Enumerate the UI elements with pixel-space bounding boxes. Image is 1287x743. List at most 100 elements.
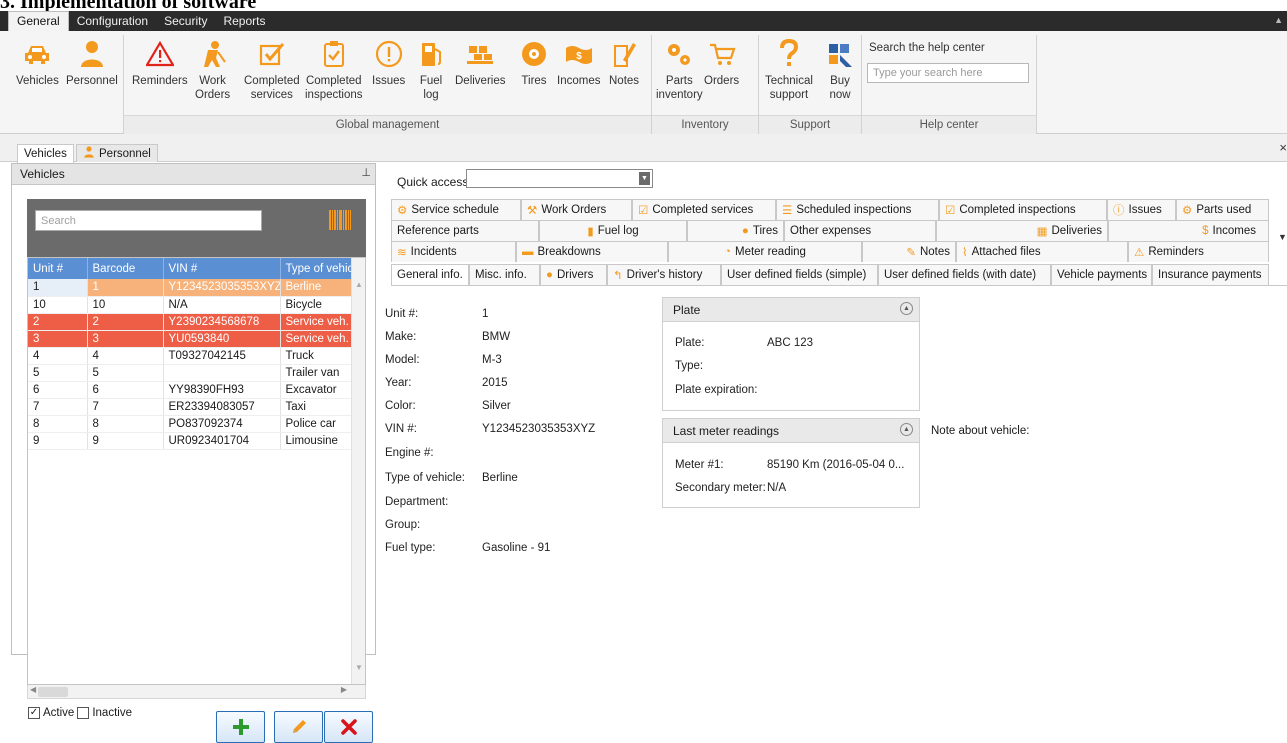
- table-row[interactable]: 2 2 Y2390234568678 Service veh.: [28, 313, 354, 331]
- tab-reminders[interactable]: ⚠ Reminders: [1128, 241, 1269, 262]
- doc-tab-personnel-label: Personnel: [99, 147, 151, 160]
- inactive-checkbox[interactable]: [77, 707, 90, 719]
- quick-access-dropdown[interactable]: ▼: [466, 169, 653, 188]
- vertical-scrollbar[interactable]: ▲ ▼: [351, 258, 365, 684]
- tab-scheduled-inspections[interactable]: ☰ Scheduled inspections: [776, 199, 939, 220]
- tab-deliveries[interactable]: ▦ Deliveries: [936, 220, 1108, 241]
- table-row[interactable]: 7 7 ER23394083057 Taxi: [28, 398, 354, 416]
- reminders-button[interactable]: Reminders: [132, 37, 188, 88]
- tab-vehicle-payments[interactable]: Vehicle payments: [1051, 264, 1152, 285]
- ribbon-collapse-icon[interactable]: ▲: [1274, 15, 1283, 25]
- table-row[interactable]: 4 4 T09327042145 Truck: [28, 347, 354, 365]
- parts-inventory-button[interactable]: Parts inventory: [656, 37, 703, 102]
- horizontal-scrollbar[interactable]: ◀ ▶: [27, 685, 366, 699]
- tab-completed-services[interactable]: ☑ Completed services: [632, 199, 776, 220]
- table-row[interactable]: 3 3 YU0593840 Service veh.: [28, 330, 354, 348]
- person-icon: [77, 37, 107, 71]
- completed-inspections-button[interactable]: Completed inspections: [305, 37, 363, 102]
- column-header-type[interactable]: Type of vehic: [280, 258, 354, 279]
- delete-vehicle-button[interactable]: [324, 711, 373, 743]
- tab-other-expenses[interactable]: Other expenses: [784, 220, 936, 241]
- collapse-icon[interactable]: ▲: [900, 423, 913, 436]
- work-orders-button[interactable]: Work Orders: [195, 37, 230, 102]
- collapse-icon[interactable]: ▲: [900, 302, 913, 315]
- incomes-button[interactable]: $ Incomes: [557, 37, 600, 88]
- issues-button[interactable]: Issues: [372, 37, 405, 88]
- tab-user-defined-simple[interactable]: User defined fields (simple): [721, 264, 878, 285]
- cell-unit: 1: [28, 279, 88, 297]
- table-row[interactable]: 6 6 YY98390FH93 Excavator: [28, 381, 354, 399]
- tab-drivers[interactable]: ● Drivers: [540, 264, 607, 285]
- ribbon-tab-security[interactable]: Security: [156, 12, 215, 31]
- scroll-thumb[interactable]: [38, 687, 68, 697]
- table-row[interactable]: 5 5 Trailer van: [28, 364, 354, 382]
- cell-vin: ER23394083057: [163, 398, 281, 416]
- vehicle-search-input[interactable]: [35, 210, 262, 231]
- tab-fuel-log[interactable]: ▮ Fuel log: [539, 220, 687, 241]
- tab-parts-used[interactable]: ⚙ Parts used: [1176, 199, 1269, 220]
- doc-tab-vehicles[interactable]: Vehicles: [17, 144, 74, 163]
- tab-service-schedule[interactable]: ⚙ Service schedule: [391, 199, 521, 220]
- ribbon-tab-reports[interactable]: Reports: [215, 12, 273, 31]
- column-header-vin[interactable]: VIN #: [163, 258, 281, 279]
- table-row[interactable]: 8 8 PO837092374 Police car: [28, 415, 354, 433]
- deliveries-button[interactable]: Deliveries: [455, 37, 506, 88]
- reminders-label: Reminders: [132, 75, 188, 87]
- ribbon-tab-general[interactable]: General: [8, 11, 69, 31]
- table-row[interactable]: 1 1 Y1234523035353XYZ Berline: [28, 279, 354, 297]
- plate-label: Plate:: [675, 337, 705, 349]
- vehicles-button[interactable]: Vehicles: [16, 37, 59, 88]
- scroll-up-icon[interactable]: ▲: [355, 280, 363, 289]
- technical-support-button[interactable]: Technical support: [765, 37, 813, 102]
- cell-vin: T09327042145: [163, 347, 281, 365]
- pin-icon[interactable]: ⊥: [361, 166, 371, 179]
- column-header-barcode[interactable]: Barcode: [87, 258, 164, 279]
- note-about-vehicle-label: Note about vehicle:: [931, 425, 1030, 437]
- tab-general-info[interactable]: General info.: [391, 264, 469, 285]
- scroll-left-icon[interactable]: ◀: [30, 685, 36, 694]
- tab-attached-files[interactable]: ⌇ Attached files: [956, 241, 1128, 262]
- tab-incomes[interactable]: $ Incomes: [1108, 220, 1269, 241]
- tab-insurance-payments[interactable]: Insurance payments: [1152, 264, 1269, 285]
- tab-notes[interactable]: ✎ Notes: [862, 241, 956, 262]
- column-header-unit[interactable]: Unit #: [28, 258, 88, 279]
- scroll-down-icon[interactable]: ▼: [355, 663, 363, 672]
- edit-vehicle-button[interactable]: [274, 711, 323, 743]
- tab-user-defined-date[interactable]: User defined fields (with date): [878, 264, 1051, 285]
- tab-incidents[interactable]: ≋ Incidents: [391, 241, 516, 262]
- table-row[interactable]: 10 10 N/A Bicycle: [28, 296, 354, 314]
- tab-drivers-history[interactable]: ↰ Driver's history: [607, 264, 721, 285]
- work-orders-label-2: Orders: [195, 89, 231, 101]
- ribbon-tab-configuration[interactable]: Configuration: [69, 12, 156, 31]
- close-icon[interactable]: ×: [1279, 140, 1287, 155]
- tab-meter-reading[interactable]: ◔ Meter reading: [668, 241, 862, 262]
- tab-misc-info[interactable]: Misc. info.: [469, 264, 540, 285]
- tab-tires[interactable]: ● Tires: [687, 220, 784, 241]
- tab-breakdowns[interactable]: ▬ Breakdowns: [516, 241, 668, 262]
- add-vehicle-button[interactable]: [216, 711, 265, 743]
- tab-reference-parts[interactable]: Reference parts: [391, 220, 539, 241]
- chevron-down-icon[interactable]: ▼: [639, 172, 650, 185]
- fuel-log-button[interactable]: Fuel log: [416, 37, 446, 102]
- barcode-icon[interactable]: [329, 210, 351, 230]
- chevron-down-icon[interactable]: ▼: [1278, 232, 1287, 242]
- notes-button[interactable]: Notes: [609, 37, 639, 88]
- tires-button[interactable]: Tires: [519, 37, 549, 88]
- doc-tab-personnel[interactable]: Personnel: [76, 144, 158, 162]
- table-row[interactable]: 9 9 UR0923401704 Limousine: [28, 432, 354, 450]
- scroll-right-icon[interactable]: ▶: [341, 685, 347, 694]
- orders-button[interactable]: Orders: [704, 37, 739, 88]
- help-search-input[interactable]: [867, 63, 1029, 83]
- tab-label: Breakdowns: [537, 246, 601, 258]
- meter-card-header: Last meter readings ▲: [663, 419, 919, 443]
- unit-value: 1: [482, 308, 489, 320]
- tab-issues[interactable]: ⓘ Issues: [1107, 199, 1176, 220]
- person-icon: ●: [546, 269, 553, 281]
- completed-services-button[interactable]: Completed services: [244, 37, 300, 102]
- tab-completed-inspections[interactable]: ☑ Completed inspections: [939, 199, 1107, 220]
- personnel-button[interactable]: Personnel: [66, 37, 118, 88]
- completed-services-label-1: Completed: [244, 75, 300, 87]
- tab-work-orders[interactable]: ⚒ Work Orders: [521, 199, 632, 220]
- buy-now-button[interactable]: Buy now: [825, 37, 855, 102]
- active-checkbox[interactable]: ✓: [28, 707, 40, 719]
